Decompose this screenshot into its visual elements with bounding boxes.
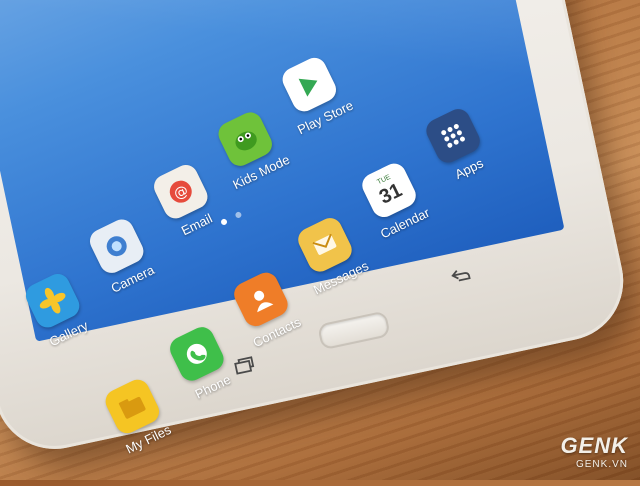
- back-icon[interactable]: [448, 264, 474, 291]
- watermark-site: GENK.VN: [575, 459, 628, 470]
- home-screen: Gallery Camera @ Email Kids Mode Play St…: [0, 0, 565, 457]
- watermark-brand: GENK: [560, 433, 628, 458]
- page-dot-active: [219, 217, 229, 226]
- home-button[interactable]: [316, 310, 391, 351]
- watermark: GENK GENK.VN: [560, 433, 628, 470]
- recent-apps-icon[interactable]: [232, 355, 258, 382]
- page-dot: [234, 210, 243, 219]
